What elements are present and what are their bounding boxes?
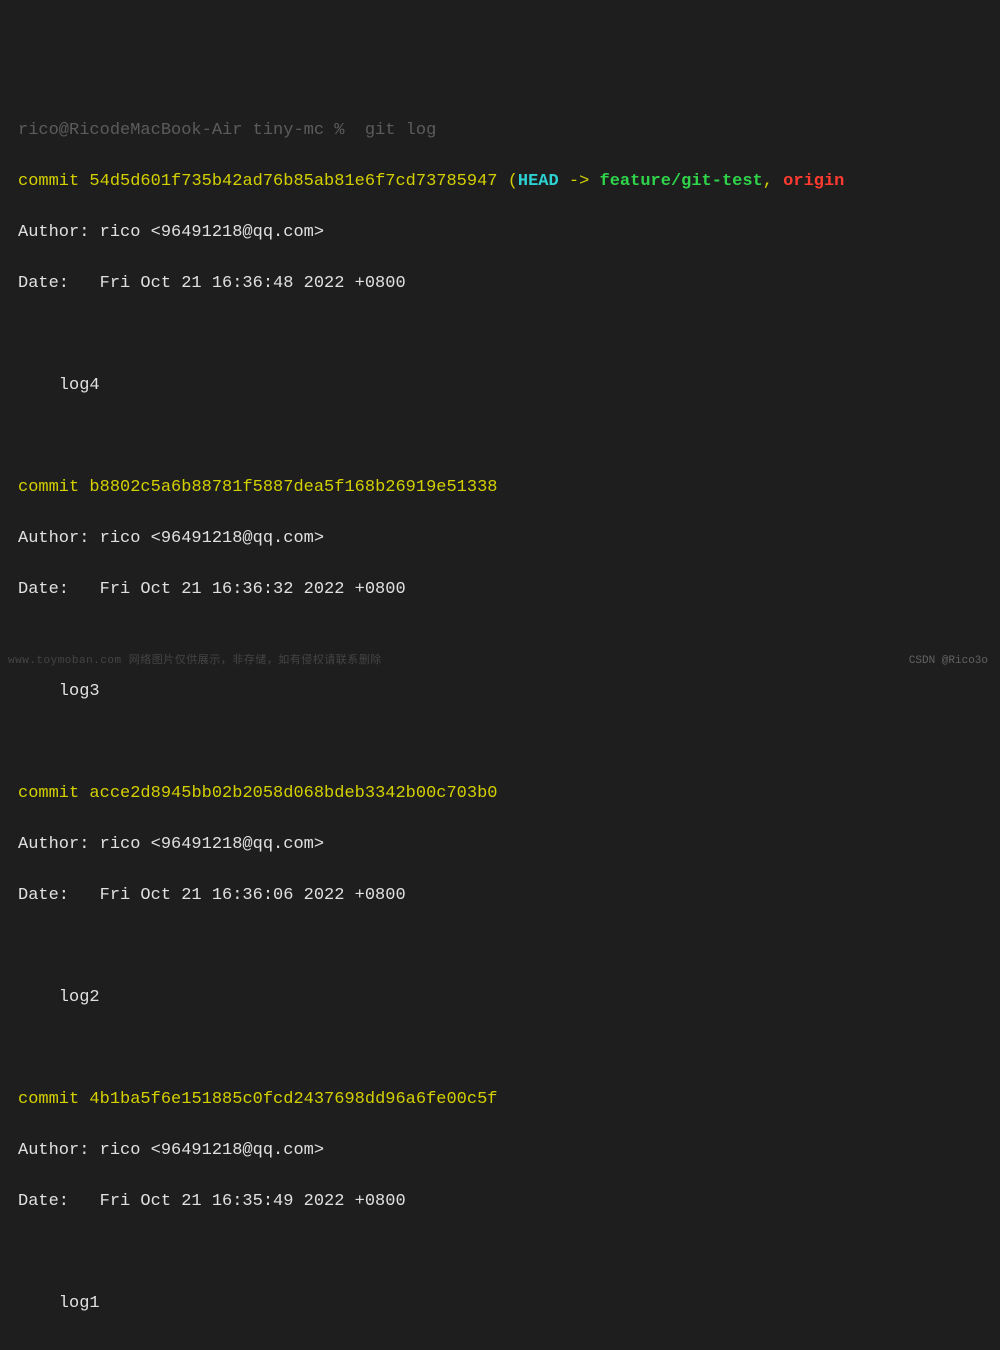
commit-label: commit [18, 784, 89, 803]
commit-line-1: commit b8802c5a6b88781f5887dea5f168b2691… [18, 475, 982, 501]
commit-hash: acce2d8945bb02b2058d068bdeb3342b00c703b0 [89, 784, 497, 803]
date-line: Date: Fri Oct 21 16:36:32 2022 +0800 [18, 577, 982, 603]
blank-line [18, 1036, 982, 1062]
remote-branch: origin [783, 172, 844, 191]
commit-label: commit [18, 478, 89, 497]
commit-hash: 54d5d601f735b42ad76b85ab81e6f7cd73785947 [89, 172, 497, 191]
commit-hash: b8802c5a6b88781f5887dea5f168b26919e51338 [89, 478, 497, 497]
commit-hash: 4b1ba5f6e151885c0fcd2437698dd96a6fe00c5f [89, 1090, 497, 1109]
date-line: Date: Fri Oct 21 16:36:48 2022 +0800 [18, 271, 982, 297]
author-line: Author: rico <96491218@qq.com> [18, 526, 982, 552]
date-line: Date: Fri Oct 21 16:35:49 2022 +0800 [18, 1189, 982, 1215]
watermark-csdn: CSDN @Rico3o [909, 653, 988, 670]
ref-open: ( [498, 172, 518, 191]
commit-line-3: commit 4b1ba5f6e151885c0fcd2437698dd96a6… [18, 1087, 982, 1113]
commit-label: commit [18, 1090, 89, 1109]
blank-line [18, 1342, 982, 1350]
blank-line [18, 628, 982, 654]
commit-message: log2 [18, 985, 982, 1011]
ref-sep: , [763, 172, 783, 191]
author-line: Author: rico <96491218@qq.com> [18, 220, 982, 246]
commit-message: log1 [18, 1291, 982, 1317]
commit-line-0: commit 54d5d601f735b42ad76b85ab81e6f7cd7… [18, 169, 982, 195]
blank-line [18, 934, 982, 960]
blank-line [18, 322, 982, 348]
commit-label: commit [18, 172, 89, 191]
local-branch: feature/git-test [600, 172, 763, 191]
head-arrow: -> [559, 172, 600, 191]
blank-line [18, 424, 982, 450]
blank-line [18, 730, 982, 756]
date-line: Date: Fri Oct 21 16:36:06 2022 +0800 [18, 883, 982, 909]
terminal-output[interactable]: rico@RicodeMacBook-Air tiny-mc % git log… [18, 102, 982, 1350]
blank-line [18, 1240, 982, 1266]
commit-message: log4 [18, 373, 982, 399]
author-line: Author: rico <96491218@qq.com> [18, 1138, 982, 1164]
watermark-source: www.toymoban.com 网络图片仅供展示，非存储，如有侵权请联系删除 [8, 653, 382, 670]
author-line: Author: rico <96491218@qq.com> [18, 832, 982, 858]
shell-prompt: rico@RicodeMacBook-Air tiny-mc % git log [18, 118, 982, 144]
commit-line-2: commit acce2d8945bb02b2058d068bdeb3342b0… [18, 781, 982, 807]
head-ref: HEAD [518, 172, 559, 191]
commit-message: log3 [18, 679, 982, 705]
